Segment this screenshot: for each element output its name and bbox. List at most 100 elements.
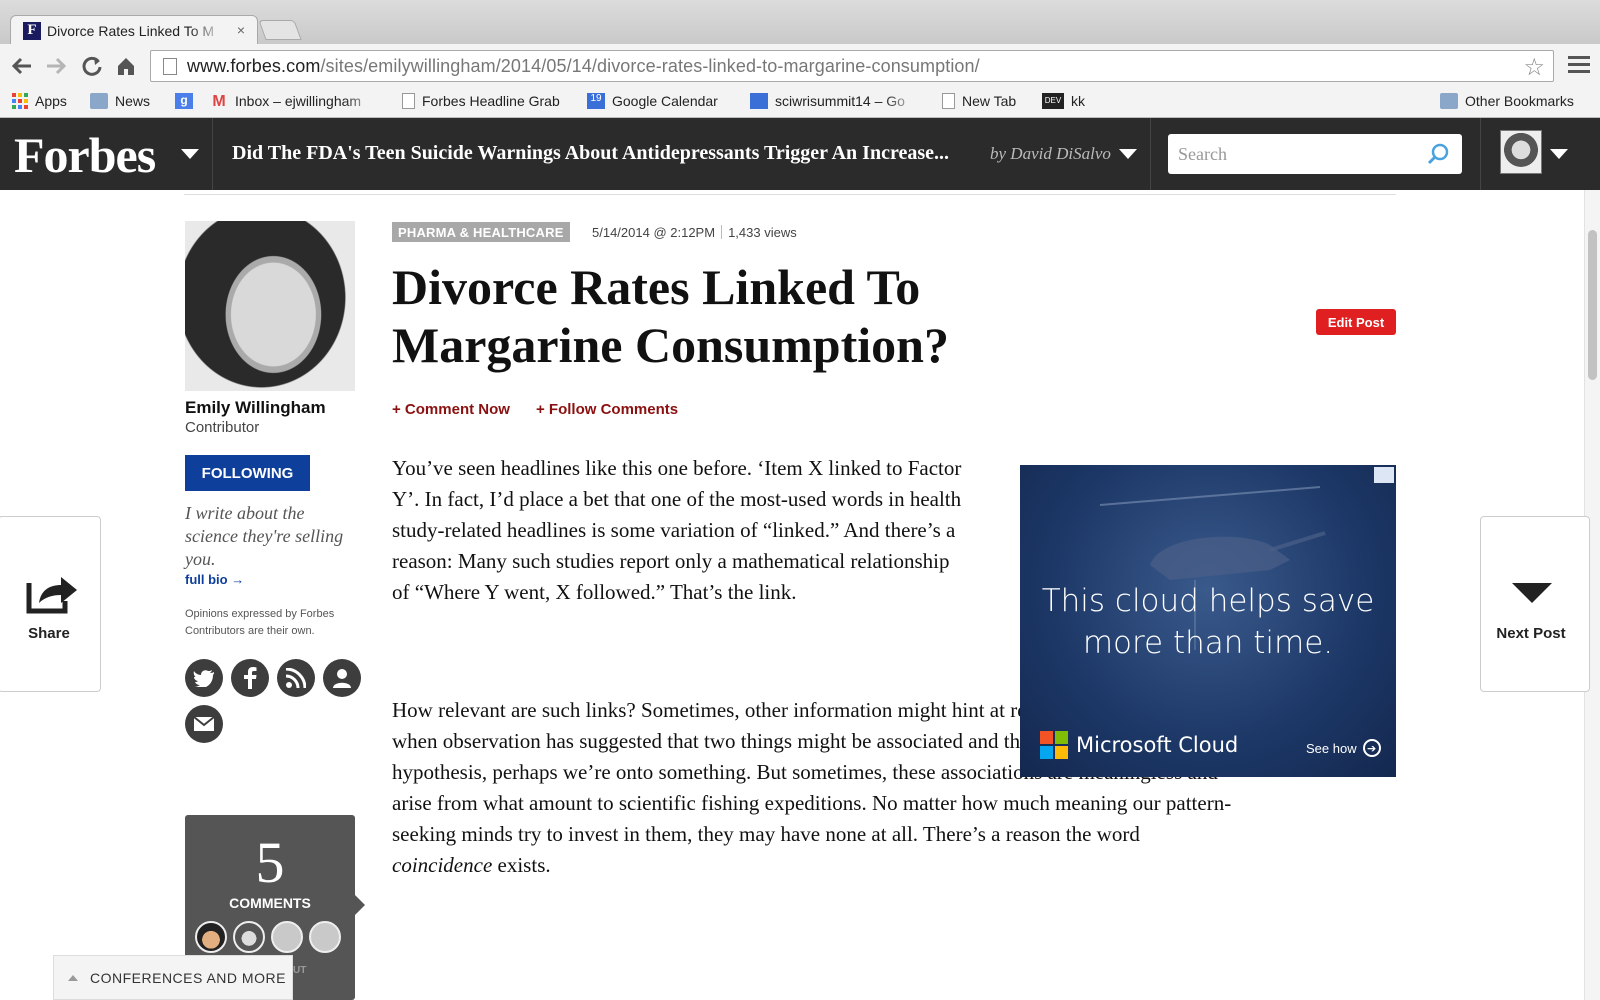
share-label: Share xyxy=(28,625,70,642)
scrollbar-thumb[interactable] xyxy=(1588,230,1597,380)
back-button[interactable] xyxy=(10,54,34,78)
bookmark-google-calendar[interactable]: 19 Google Calendar xyxy=(587,93,718,109)
bookmarks-bar: Apps News g M Inbox – ejwillingham Forbe… xyxy=(0,88,1600,118)
triangle-up-icon xyxy=(68,974,78,981)
folder-icon xyxy=(90,93,108,109)
header-divider xyxy=(1150,118,1151,190)
header-divider xyxy=(212,118,213,190)
facebook-icon[interactable] xyxy=(231,659,269,697)
google-icon: g xyxy=(175,93,193,109)
bookmark-kk[interactable]: DEV kk xyxy=(1042,93,1085,109)
commenter-avatar[interactable] xyxy=(309,921,341,953)
page-icon xyxy=(163,57,177,75)
author-photo[interactable] xyxy=(185,221,355,391)
email-icon[interactable] xyxy=(185,705,223,743)
apps-icon xyxy=(12,93,28,109)
next-post-label: Next Post xyxy=(1496,625,1566,642)
publish-date: 5/14/2014 @ 2:12PM xyxy=(592,225,716,240)
forward-arrow-icon xyxy=(47,57,67,75)
reload-icon xyxy=(82,56,102,76)
forbes-favicon-icon: F xyxy=(23,21,41,40)
article-title: Divorce Rates Linked To Margarine Consum… xyxy=(392,259,949,373)
commenter-avatar[interactable] xyxy=(233,921,265,953)
view-count: 1,433 views xyxy=(728,225,797,240)
page-icon xyxy=(402,93,415,109)
header-divider xyxy=(1480,118,1481,190)
browser-tabstrip: F Divorce Rates Linked To M × xyxy=(0,0,1600,45)
ad-headline: This cloud helps save more than time. xyxy=(1041,583,1375,661)
follow-comments-link[interactable]: + Follow Comments xyxy=(536,401,678,418)
forward-button[interactable] xyxy=(44,54,68,78)
tab-close-icon[interactable]: × xyxy=(237,22,245,38)
chevron-down-icon[interactable] xyxy=(1119,149,1137,159)
profile-icon[interactable] xyxy=(323,659,361,697)
arrow-right-circle-icon: ➔ xyxy=(1362,739,1381,757)
chevron-down-icon[interactable] xyxy=(1550,149,1568,159)
chrome-menu-icon[interactable] xyxy=(1568,56,1590,76)
adchoices-icon[interactable] xyxy=(1374,467,1394,483)
dev-icon: DEV xyxy=(1042,93,1064,109)
bookmark-other-bookmarks[interactable]: Other Bookmarks xyxy=(1440,93,1574,109)
comment-now-link[interactable]: + Comment Now xyxy=(392,401,510,418)
user-avatar[interactable] xyxy=(1500,130,1542,174)
twitter-icon[interactable] xyxy=(185,659,223,697)
bookmark-star-icon[interactable]: ☆ xyxy=(1523,53,1545,82)
commenter-avatar[interactable] xyxy=(271,921,303,953)
comment-count: 5 xyxy=(255,830,285,895)
author-tagline: I write about the science they're sellin… xyxy=(185,503,344,569)
calendar-icon: 19 xyxy=(587,93,605,109)
browser-tab-active[interactable]: F Divorce Rates Linked To M × xyxy=(10,15,258,45)
rss-icon[interactable] xyxy=(277,659,315,697)
conferences-bar[interactable]: CONFERENCES AND MORE xyxy=(53,955,293,1000)
contributor-disclaimer: Opinions expressed by Forbes Contributor… xyxy=(185,608,335,637)
bookmark-sciwrisummit[interactable]: sciwrisummit14 – Go xyxy=(750,93,920,109)
conferences-label: CONFERENCES AND MORE xyxy=(90,969,286,986)
share-icon xyxy=(26,577,77,614)
author-role: Contributor xyxy=(185,419,260,436)
search-input[interactable] xyxy=(1178,143,1418,165)
microsoft-cloud-ad[interactable]: This cloud helps save more than time. Mi… xyxy=(1020,465,1396,777)
new-tab-button[interactable] xyxy=(258,20,302,40)
page-icon xyxy=(942,93,955,109)
forbes-logo[interactable]: Forbes xyxy=(14,126,156,184)
folder-icon xyxy=(1440,93,1458,109)
gmail-icon: M xyxy=(212,93,226,110)
tab-title: Divorce Rates Linked To M xyxy=(47,22,215,39)
reload-button[interactable] xyxy=(80,54,104,78)
commenter-avatar[interactable] xyxy=(195,921,227,953)
back-arrow-icon xyxy=(11,57,31,75)
bookmark-apps[interactable]: Apps xyxy=(12,93,67,109)
article-paragraph: You’ve seen headlines like this one befo… xyxy=(392,456,962,604)
forbes-header: Forbes Did The FDA's Teen Suicide Warnin… xyxy=(0,118,1600,190)
header-headline[interactable]: Did The FDA's Teen Suicide Warnings Abou… xyxy=(232,142,949,165)
full-bio-link[interactable]: full bio → xyxy=(185,572,244,587)
home-icon xyxy=(118,58,134,75)
author-name[interactable]: Emily Willingham xyxy=(185,398,326,418)
share-button[interactable]: Share xyxy=(0,516,101,692)
triangle-down-icon xyxy=(1512,583,1552,603)
bookmark-news[interactable]: News xyxy=(90,93,150,109)
address-bar[interactable]: www.forbes.com/sites/emilywillingham/201… xyxy=(150,50,1554,82)
chevron-down-icon[interactable] xyxy=(181,149,199,159)
url-text[interactable]: www.forbes.com/sites/emilywillingham/201… xyxy=(187,56,980,77)
search-box xyxy=(1168,134,1462,174)
browser-toolbar: www.forbes.com/sites/emilywillingham/201… xyxy=(0,44,1600,88)
category-badge[interactable]: PHARMA & HEALTHCARE xyxy=(392,222,570,242)
page-top-divider xyxy=(184,194,1396,195)
bookmark-forbes-headline-grab[interactable]: Forbes Headline Grab xyxy=(402,93,560,109)
microsoft-logo-icon xyxy=(1040,731,1068,759)
search-icon[interactable] xyxy=(1426,142,1450,166)
ad-see-how-link[interactable]: See how ➔ xyxy=(1306,739,1381,757)
following-button[interactable]: FOLLOWING xyxy=(185,455,310,491)
doc-icon xyxy=(750,93,768,109)
header-byline[interactable]: by David DiSalvo xyxy=(990,144,1111,164)
next-post-button[interactable]: Next Post xyxy=(1480,516,1590,692)
bookmark-new-tab[interactable]: New Tab xyxy=(942,93,1016,109)
edit-post-button[interactable]: Edit Post xyxy=(1316,309,1396,335)
bookmark-inbox[interactable]: M Inbox – ejwillingham xyxy=(210,93,380,110)
comments-label: COMMENTS xyxy=(229,895,311,911)
bookmark-google[interactable]: g xyxy=(175,93,200,109)
article-meta: 5/14/2014 @ 2:12PM 1,433 views xyxy=(592,225,797,240)
home-button[interactable] xyxy=(114,54,138,78)
microsoft-cloud-logo: Microsoft Cloud xyxy=(1040,731,1238,759)
